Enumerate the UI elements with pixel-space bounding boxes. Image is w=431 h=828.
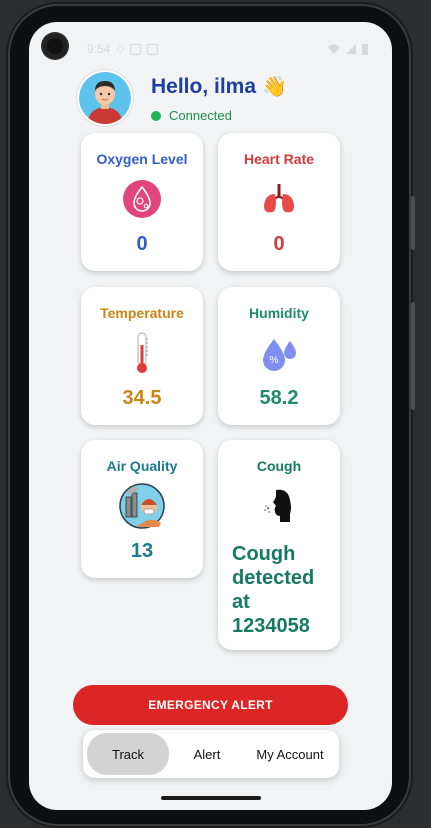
wifi-icon bbox=[328, 44, 340, 54]
nav-tab-alert[interactable]: Alert bbox=[171, 733, 243, 775]
air-pollution-icon bbox=[119, 483, 165, 529]
nav-tab-track[interactable]: Track bbox=[87, 733, 169, 775]
app-screen: 9:54 ◇ Hello, ilma 👋 Connected Oxygen Le… bbox=[29, 22, 392, 810]
cough-message: Cough detected at 1234058 bbox=[232, 543, 315, 637]
nav-tab-my-account[interactable]: My Account bbox=[245, 733, 335, 775]
greeting: Hello, ilma 👋 bbox=[151, 74, 287, 99]
svg-text:%: % bbox=[270, 355, 279, 366]
air-quality-card[interactable]: Air Quality 13 bbox=[81, 440, 203, 578]
humidity-value: 58.2 bbox=[259, 387, 299, 409]
status-time: 9:54 bbox=[87, 42, 111, 56]
home-indicator[interactable] bbox=[161, 796, 261, 800]
front-camera bbox=[43, 34, 67, 58]
humidity-title: Humidity bbox=[249, 305, 309, 321]
battery-icon bbox=[362, 43, 368, 55]
shield-icon: ◇ bbox=[116, 43, 125, 55]
sim-icon bbox=[130, 43, 142, 55]
oxygen-title: Oxygen Level bbox=[96, 151, 188, 167]
notification-icon bbox=[147, 43, 159, 55]
bottom-nav: Track Alert My Account bbox=[83, 730, 339, 778]
power-button bbox=[411, 196, 415, 250]
connection-status: Connected bbox=[151, 108, 287, 123]
header: Hello, ilma 👋 Connected bbox=[77, 70, 287, 126]
lungs-icon bbox=[261, 179, 297, 219]
humidity-card[interactable]: Humidity % 58.2 bbox=[218, 287, 340, 425]
emergency-alert-button[interactable]: EMERGENCY ALERT bbox=[73, 685, 348, 725]
temperature-value: 34.5 bbox=[122, 387, 162, 409]
connection-label: Connected bbox=[169, 108, 232, 123]
signal-icon bbox=[346, 44, 356, 54]
cough-title: Cough bbox=[256, 458, 302, 474]
status-dot-icon bbox=[151, 110, 161, 121]
heart-value: 0 bbox=[273, 233, 285, 255]
cough-card[interactable]: Cough Cough detected at 1234058 bbox=[218, 440, 340, 650]
avatar-image bbox=[79, 72, 131, 124]
temperature-card[interactable]: Temperature 34.5 bbox=[81, 287, 203, 425]
cough-icon bbox=[262, 486, 296, 526]
oxygen-value: 0 bbox=[136, 233, 148, 255]
air-quality-value: 13 bbox=[130, 540, 154, 562]
humidity-drop-icon: % bbox=[259, 333, 299, 373]
heart-title: Heart Rate bbox=[243, 151, 315, 167]
volume-button bbox=[411, 302, 415, 410]
air-quality-title: Air Quality bbox=[106, 458, 178, 474]
thermometer-icon bbox=[132, 332, 152, 373]
oxygen-card[interactable]: Oxygen Level 0 bbox=[81, 133, 203, 271]
wave-emoji: 👋 bbox=[262, 76, 287, 98]
oxygen-drop-icon bbox=[122, 179, 162, 219]
temperature-title: Temperature bbox=[100, 305, 184, 321]
heart-rate-card[interactable]: Heart Rate 0 bbox=[218, 133, 340, 271]
status-bar: 9:54 ◇ bbox=[87, 40, 368, 58]
greeting-text: Hello, ilma bbox=[151, 74, 257, 98]
avatar[interactable] bbox=[77, 70, 133, 126]
